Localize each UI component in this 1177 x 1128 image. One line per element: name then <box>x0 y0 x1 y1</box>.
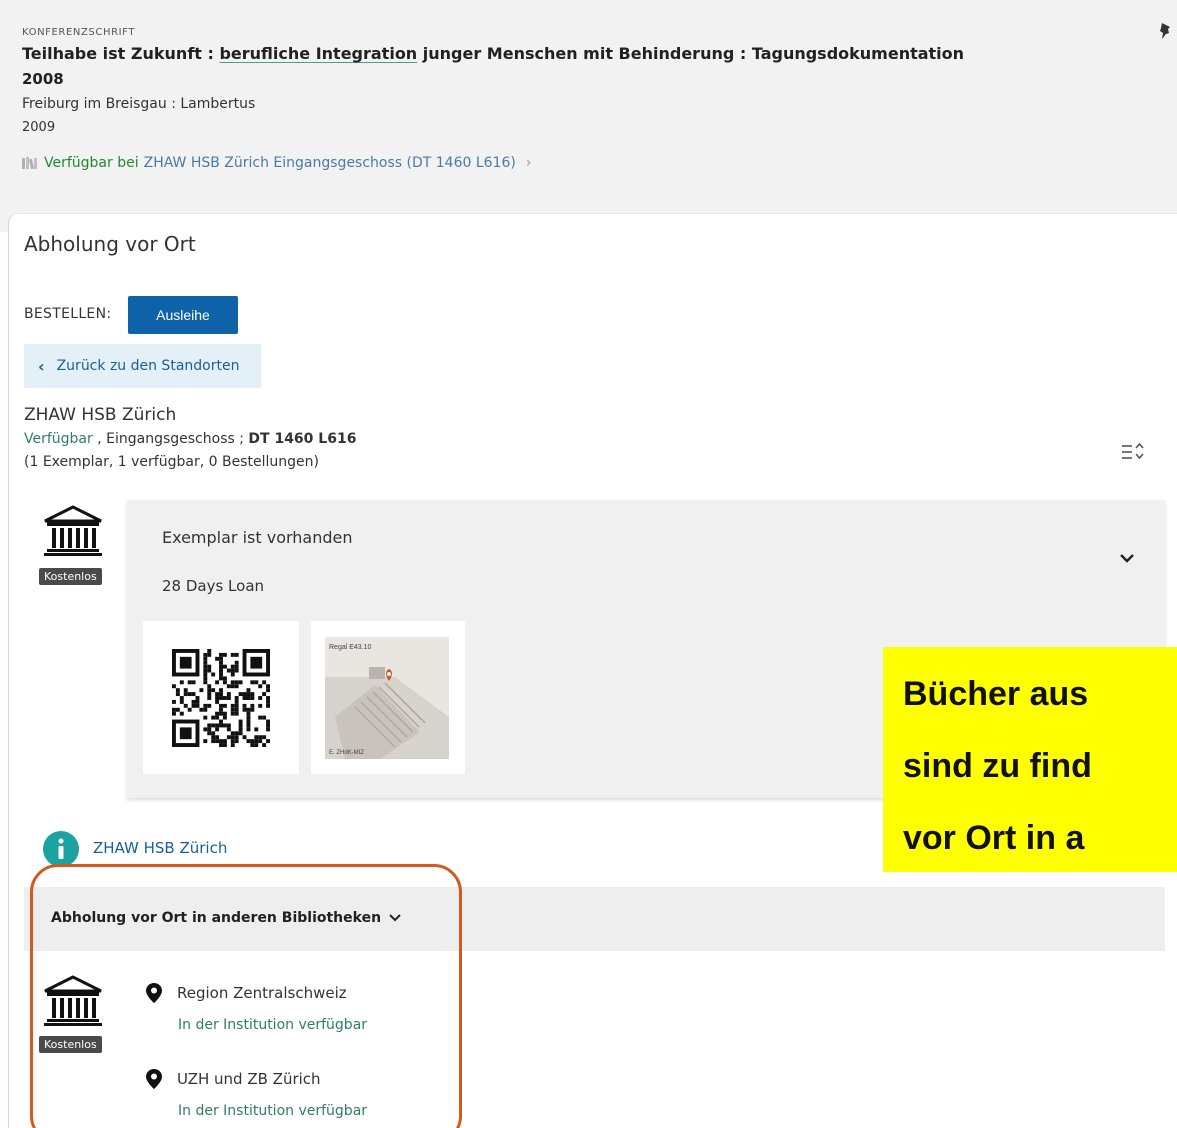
chevron-down-icon[interactable] <box>1117 551 1137 565</box>
free-badge-wrap: Kostenlos <box>39 565 102 585</box>
location-call-number: DT 1460 L616 <box>248 431 357 447</box>
record-title-prefix: Teilhabe ist Zukunft : <box>22 44 220 63</box>
record-title-suffix: junger Menschen mit Behinderung : Tagung… <box>417 44 965 63</box>
record-pub-year: 2009 <box>22 120 56 135</box>
annotation-highlight <box>30 864 462 1128</box>
chevron-left-icon: ‹ <box>38 356 45 376</box>
free-badge: Kostenlos <box>39 568 102 585</box>
qr-code-icon <box>172 649 270 747</box>
loan-button[interactable]: Ausleihe <box>128 296 238 334</box>
location-counts: (1 Exemplar, 1 verfügbar, 0 Bestellungen… <box>24 454 319 470</box>
item-policy: 28 Days Loan <box>162 577 265 595</box>
chevron-right-icon[interactable]: › <box>526 155 532 171</box>
record-title-link[interactable]: berufliche Integration <box>219 44 417 63</box>
record-title-year: 2008 <box>22 70 64 88</box>
library-info-link[interactable]: ZHAW HSB Zürich <box>93 839 227 857</box>
info-icon <box>43 831 79 867</box>
callout-line-1: Bücher aus <box>903 675 1089 713</box>
record-type: KONFERENZSCHRIFT <box>22 27 136 38</box>
callout-line-2: sind zu find <box>903 747 1092 785</box>
map-label-bottom: E. ZHdK-MIZ <box>329 750 364 756</box>
qr-code-tile[interactable] <box>143 621 299 774</box>
location-name: ZHAW HSB Zürich <box>24 405 177 425</box>
item-status: Exemplar ist vorhanden <box>162 528 353 547</box>
location-floor: , Eingangsgeschoss ; <box>92 431 249 447</box>
library-icon <box>44 505 102 556</box>
availability-line[interactable]: Verfügbar bei ZHAW HSB Zürich Eingangsge… <box>22 155 531 171</box>
location-availability: Verfügbar , Eingangsgeschoss ; DT 1460 L… <box>24 431 356 447</box>
map-label-top: Regal E43.10 <box>329 644 372 651</box>
callout-banner: Bücher aus sind zu find vor Ort in a <box>883 647 1177 872</box>
record-title[interactable]: Teilhabe ist Zukunft : berufliche Integr… <box>22 44 964 63</box>
record-publisher: Freiburg im Breisgau : Lambertus <box>22 96 256 112</box>
location-status: Verfügbar <box>24 431 93 447</box>
sort-icon[interactable] <box>1120 441 1146 463</box>
availability-location[interactable]: ZHAW HSB Zürich Eingangsgeschoss (DT 146… <box>144 155 516 171</box>
callout-line-3: vor Ort in a <box>903 819 1085 857</box>
back-button-label: Zurück zu den Standorten <box>56 358 240 374</box>
panel-title: Abholung vor Ort <box>24 232 196 256</box>
shelf-map-tile[interactable]: Regal E43.10 E. ZHdK-MIZ <box>311 621 465 774</box>
back-to-locations-button[interactable]: ‹ Zurück zu den Standorten <box>24 344 261 388</box>
book-icon <box>22 157 37 169</box>
order-label: BESTELLEN: <box>24 306 112 322</box>
pin-icon[interactable] <box>1157 22 1173 42</box>
availability-status: Verfügbar bei <box>44 155 139 171</box>
record-header <box>0 0 1177 232</box>
floor-map-icon: Regal E43.10 E. ZHdK-MIZ <box>325 637 449 759</box>
